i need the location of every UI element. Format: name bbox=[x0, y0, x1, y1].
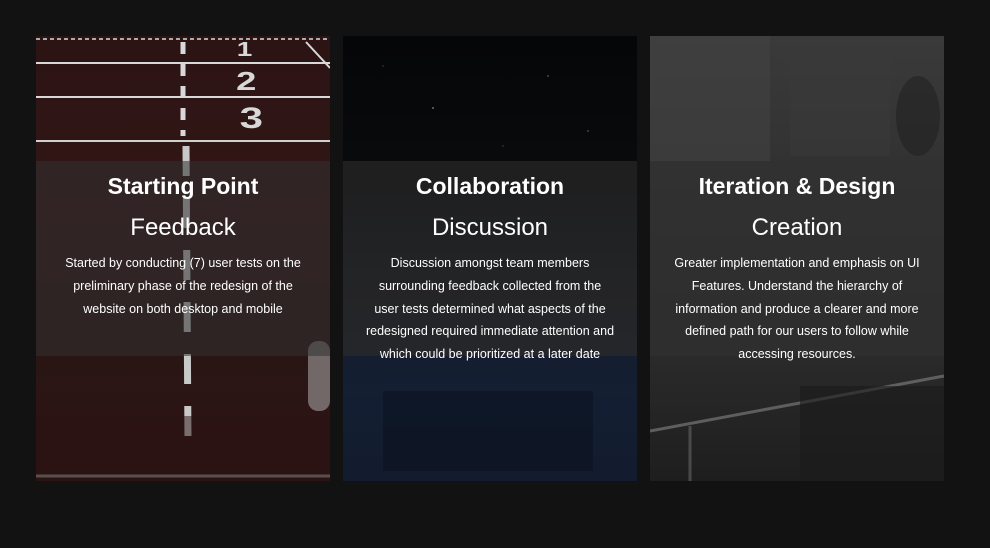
card-content: Iteration & Design Creation Greater impl… bbox=[650, 170, 944, 366]
lane-number-2: 2 bbox=[236, 66, 257, 96]
card-content: Collaboration Discussion Discussion amon… bbox=[343, 170, 637, 366]
card-starting-point: 1 2 3 Starting Point Feedback Started by… bbox=[36, 36, 330, 481]
card-description: Started by conducting (7) user tests on … bbox=[65, 256, 301, 316]
card-subtitle: Feedback bbox=[130, 214, 236, 241]
card-collaboration: Collaboration Discussion Discussion amon… bbox=[343, 36, 637, 481]
lane-number-1: 1 bbox=[236, 39, 253, 61]
card-description: Discussion amongst team members surround… bbox=[365, 256, 615, 362]
lane-number-3: 3 bbox=[239, 102, 264, 135]
card-subtitle: Creation bbox=[751, 214, 843, 241]
card-title: Collaboration bbox=[415, 173, 565, 199]
card-description: Greater implementation and emphasis on U… bbox=[674, 256, 920, 362]
card-title: Starting Point bbox=[107, 173, 259, 199]
card-content: Starting Point Feedback Started by condu… bbox=[36, 170, 330, 320]
card-subtitle: Discussion bbox=[431, 214, 549, 241]
process-cards: 1 2 3 Starting Point Feedback Started by… bbox=[36, 36, 944, 481]
card-iteration-design: Iteration & Design Creation Greater impl… bbox=[650, 36, 944, 481]
card-title: Iteration & Design bbox=[698, 173, 896, 199]
